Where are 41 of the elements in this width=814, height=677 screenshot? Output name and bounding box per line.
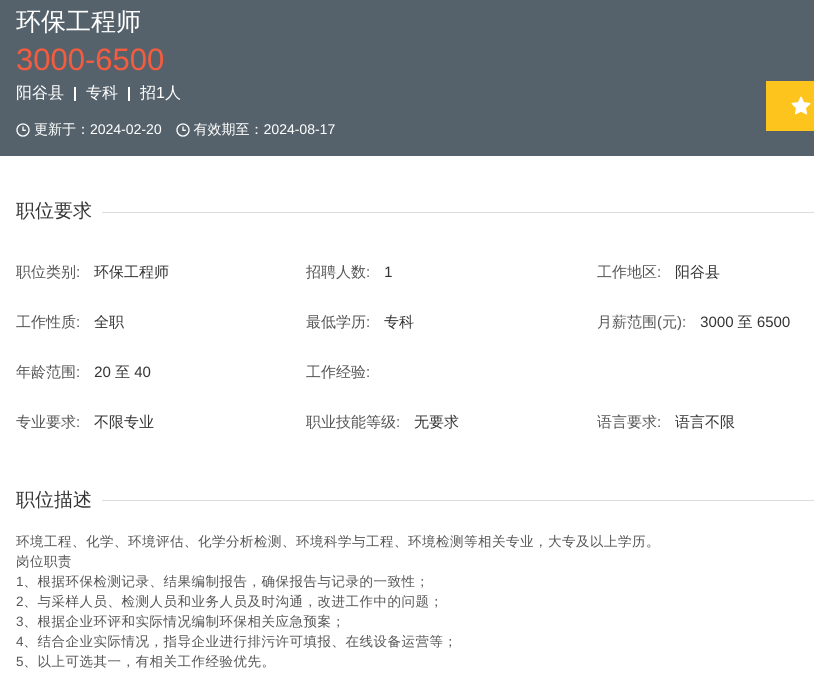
field-label: 工作性质: xyxy=(16,313,80,334)
field-label: 工作经验: xyxy=(306,363,370,384)
field-label: 年龄范围: xyxy=(16,363,80,384)
date-text: 有效期至：2024-08-17 xyxy=(194,120,336,139)
field-label: 最低学历: xyxy=(306,313,370,334)
field-label: 职位类别: xyxy=(16,263,80,284)
date-text: 更新于：2024-02-20 xyxy=(34,120,162,139)
field-label: 招聘人数: xyxy=(306,263,370,284)
clock-icon xyxy=(176,122,190,136)
field-value: 1 xyxy=(384,263,393,284)
description-line: 岗位职责 xyxy=(16,553,72,571)
field-value: 环保工程师 xyxy=(94,263,170,284)
clock-icon xyxy=(16,122,30,136)
field-value: 20 至 40 xyxy=(94,363,151,384)
field-label: 语言要求: xyxy=(597,413,662,434)
meta-item: 招1人 xyxy=(140,84,181,104)
field-value: 专科 xyxy=(384,313,414,334)
salary-range: 3000-6500 xyxy=(16,41,166,79)
description-line: 5、以上可选其一，有相关工作经验优先。 xyxy=(16,653,276,671)
star-icon xyxy=(790,95,812,117)
field-value: 全职 xyxy=(94,313,124,334)
description-line: 环境工程、化学、环境评估、化学分析检测、环境科学与工程、环境检测等相关专业，大专及以上学历。 xyxy=(16,533,660,551)
field-label: 月薪范围(元): xyxy=(597,313,686,334)
section-heading: 职位要求 xyxy=(16,200,92,224)
description-line: 4、结合企业实际情况，指导企业进行排污许可填报、在线设备运营等； xyxy=(16,633,458,651)
field-value: 不限专业 xyxy=(94,413,154,434)
field-value: 阳谷县 xyxy=(675,263,720,284)
section-heading: 职位描述 xyxy=(16,488,92,512)
description-line: 3、根据企业环评和实际情况编制环保相关应急预案； xyxy=(16,613,346,631)
field-value: 语言不限 xyxy=(675,413,736,434)
description-line: 1、根据环保检测记录、结果编制报告，确保报告与记录的一致性； xyxy=(16,573,430,591)
meta-item: 阳谷县 xyxy=(16,84,64,104)
field-label: 工作地区: xyxy=(597,263,662,284)
favorite-button[interactable] xyxy=(766,81,814,131)
field-label: 职业技能等级: xyxy=(306,413,400,434)
job-title: 环保工程师 xyxy=(16,7,142,38)
field-value: 无要求 xyxy=(414,413,460,434)
field-value: 3000 至 6500 xyxy=(700,313,790,334)
meta-item: 专科 xyxy=(86,84,118,104)
description-line: 2、与采样人员、检测人员和业务人员及时沟通，改进工作中的问题； xyxy=(16,593,444,611)
field-label: 专业要求: xyxy=(16,413,80,434)
